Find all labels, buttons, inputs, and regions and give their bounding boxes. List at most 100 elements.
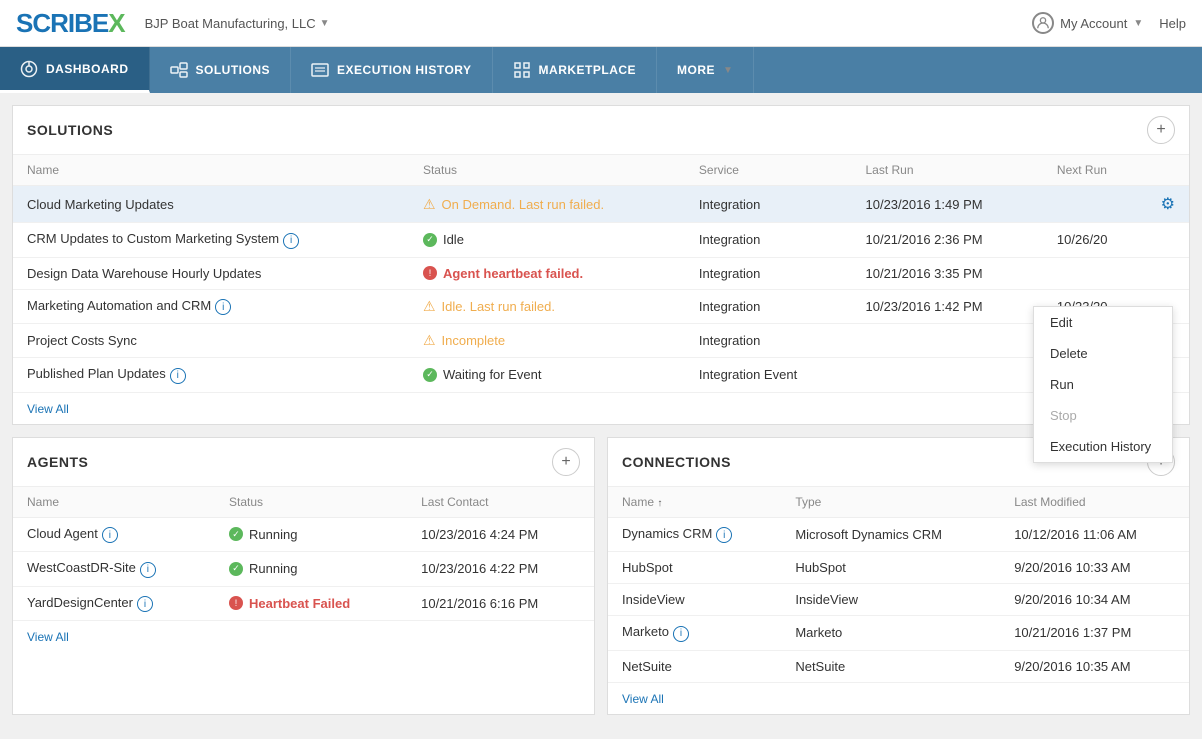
info-icon[interactable]: i [170,368,186,384]
connection-name-cell: HubSpot [608,552,781,584]
solution-lastrun-cell: 10/23/2016 1:42 PM [852,289,1043,324]
nav-item-marketplace[interactable]: MARKETPLACE [493,47,658,93]
agent-lastcontact-cell: 10/21/2016 6:16 PM [407,586,594,621]
status-warn-icon: ⚠ [423,332,436,349]
solution-service-cell: Integration [685,257,852,289]
solutions-col-status: Status [409,155,685,186]
connection-name-cell: InsideView [608,584,781,616]
connection-name: HubSpot [622,560,673,575]
connection-name-cell: NetSuite [608,650,781,682]
solutions-view-all-link[interactable]: View All [27,402,69,416]
solution-name-cell: Published Plan Updatesi [13,358,409,393]
info-icon[interactable]: i [102,527,118,543]
solution-name: Marketing Automation and CRM [27,298,211,313]
table-row[interactable]: Marketoi Marketo 10/21/2016 1:37 PM [608,616,1189,651]
connections-col-type: Type [781,487,1000,518]
table-row[interactable]: Project Costs Sync ⚠ Incomplete Integrat… [13,324,1189,358]
table-row[interactable]: Cloud Agenti ✓ Running 10/23/2016 4:24 P… [13,517,594,552]
table-row[interactable]: CRM Updates to Custom Marketing Systemi … [13,223,1189,258]
nav-item-more[interactable]: MORE ▼ [657,47,754,93]
agent-name: WestCoastDR-Site [27,560,136,575]
context-menu-item-edit[interactable]: Edit [1034,307,1172,338]
solution-actions-cell [1147,223,1189,258]
info-icon[interactable]: i [137,596,153,612]
agents-connections-row: AGENTS + Name Status Last Contact Cloud … [12,437,1190,727]
gear-icon[interactable]: ⚙ [1161,196,1175,213]
nav-item-solutions[interactable]: SOLUTIONS [150,47,292,93]
table-row[interactable]: NetSuite NetSuite 9/20/2016 10:35 AM [608,650,1189,682]
account-button[interactable]: My Account ▼ [1032,12,1143,34]
connections-col-name: Name ↑ [608,487,781,518]
solutions-section-header: SOLUTIONS + [13,106,1189,155]
solution-nextrun-cell [1043,186,1147,223]
nav-label-execution-history: EXECUTION HISTORY [337,63,472,77]
agent-name-cell: Cloud Agenti [13,517,215,552]
connection-type-cell: InsideView [781,584,1000,616]
table-row[interactable]: HubSpot HubSpot 9/20/2016 10:33 AM [608,552,1189,584]
table-row[interactable]: Design Data Warehouse Hourly Updates ! A… [13,257,1189,289]
status-green-icon: ✓ [229,527,243,541]
agents-section-header: AGENTS + [13,438,594,487]
status-warn-icon: ⚠ [423,196,436,213]
status-red-icon: ! [423,266,437,280]
solution-status: ! Agent heartbeat failed. [423,266,671,281]
solution-service-cell: Integration [685,186,852,223]
table-row[interactable]: WestCoastDR-Sitei ✓ Running 10/23/2016 4… [13,552,594,587]
solutions-section: SOLUTIONS + Name Status Service Last Run… [12,105,1190,425]
agents-title: AGENTS [27,454,88,470]
agent-status-text: Running [249,527,297,542]
solution-name-cell: Marketing Automation and CRM i [13,289,409,324]
info-icon[interactable]: i [215,299,231,315]
connections-title: CONNECTIONS [622,454,731,470]
table-row[interactable]: Cloud Marketing Updates ⚠ On Demand. Las… [13,186,1189,223]
company-selector[interactable]: BJP Boat Manufacturing, LLC ▼ [145,16,330,31]
main-content: SOLUTIONS + Name Status Service Last Run… [0,93,1202,739]
solution-lastrun-cell: 10/21/2016 3:35 PM [852,257,1043,289]
info-icon[interactable]: i [673,626,689,642]
info-icon[interactable]: i [140,562,156,578]
agents-section: AGENTS + Name Status Last Contact Cloud … [12,437,595,715]
nav-label-solutions: SOLUTIONS [196,63,271,77]
info-icon[interactable]: i [283,233,299,249]
table-row[interactable]: InsideView InsideView 9/20/2016 10:34 AM [608,584,1189,616]
connection-name: NetSuite [622,659,672,674]
nav-label-marketplace: MARKETPLACE [539,63,637,77]
solution-status-text: Idle [443,232,464,247]
agents-add-button[interactable]: + [552,448,580,476]
solution-status: ⚠ Idle. Last run failed. [423,298,671,315]
table-row[interactable]: Marketing Automation and CRM i ⚠ Idle. La… [13,289,1189,324]
context-menu-item-stop: Stop [1034,400,1172,431]
agents-view-all-link[interactable]: View All [27,630,69,644]
help-button[interactable]: Help [1159,16,1186,31]
agent-name-cell: YardDesignCenteri [13,586,215,621]
nav-item-dashboard[interactable]: DASHBOARD [0,47,150,93]
table-row[interactable]: YardDesignCenteri ! Heartbeat Failed 10/… [13,586,594,621]
agents-col-status: Status [215,487,407,518]
connection-name-cell: Dynamics CRMi [608,517,781,552]
nav-item-execution-history[interactable]: EXECUTION HISTORY [291,47,493,93]
solution-status-cell: ✓ Waiting for Event [409,358,685,393]
connection-lastmodified-cell: 10/12/2016 11:06 AM [1000,517,1189,552]
table-row[interactable]: Published Plan Updatesi ✓ Waiting for Ev… [13,358,1189,393]
connections-view-all-link[interactable]: View All [622,692,664,706]
context-menu-item-execution-history[interactable]: Execution History [1034,431,1172,462]
solutions-table: Name Status Service Last Run Next Run Cl… [13,155,1189,393]
solution-service-cell: Integration [685,289,852,324]
connections-section: CONNECTIONS + Name ↑ Type Last Modified … [607,437,1190,715]
logo-text: SCRIBEX [16,8,125,39]
solution-status-cell: ⚠ On Demand. Last run failed. [409,186,685,223]
info-icon[interactable]: i [716,527,732,543]
sort-arrow-icon: ↑ [657,498,662,509]
connection-name: Marketo [622,624,669,639]
main-nav: DASHBOARD SOLUTIONS EXECUTION HISTORY MA… [0,47,1202,93]
agents-col-lastcontact: Last Contact [407,487,594,518]
agent-status-cell: ! Heartbeat Failed [215,586,407,621]
solutions-add-button[interactable]: + [1147,116,1175,144]
context-menu-item-delete[interactable]: Delete [1034,338,1172,369]
solution-service-cell: Integration [685,324,852,358]
connection-lastmodified-cell: 10/21/2016 1:37 PM [1000,616,1189,651]
table-row[interactable]: Dynamics CRMi Microsoft Dynamics CRM 10/… [608,517,1189,552]
context-menu-item-run[interactable]: Run [1034,369,1172,400]
agent-status: ✓ Running [229,527,393,542]
solution-lastrun-cell: 10/23/2016 1:49 PM [852,186,1043,223]
